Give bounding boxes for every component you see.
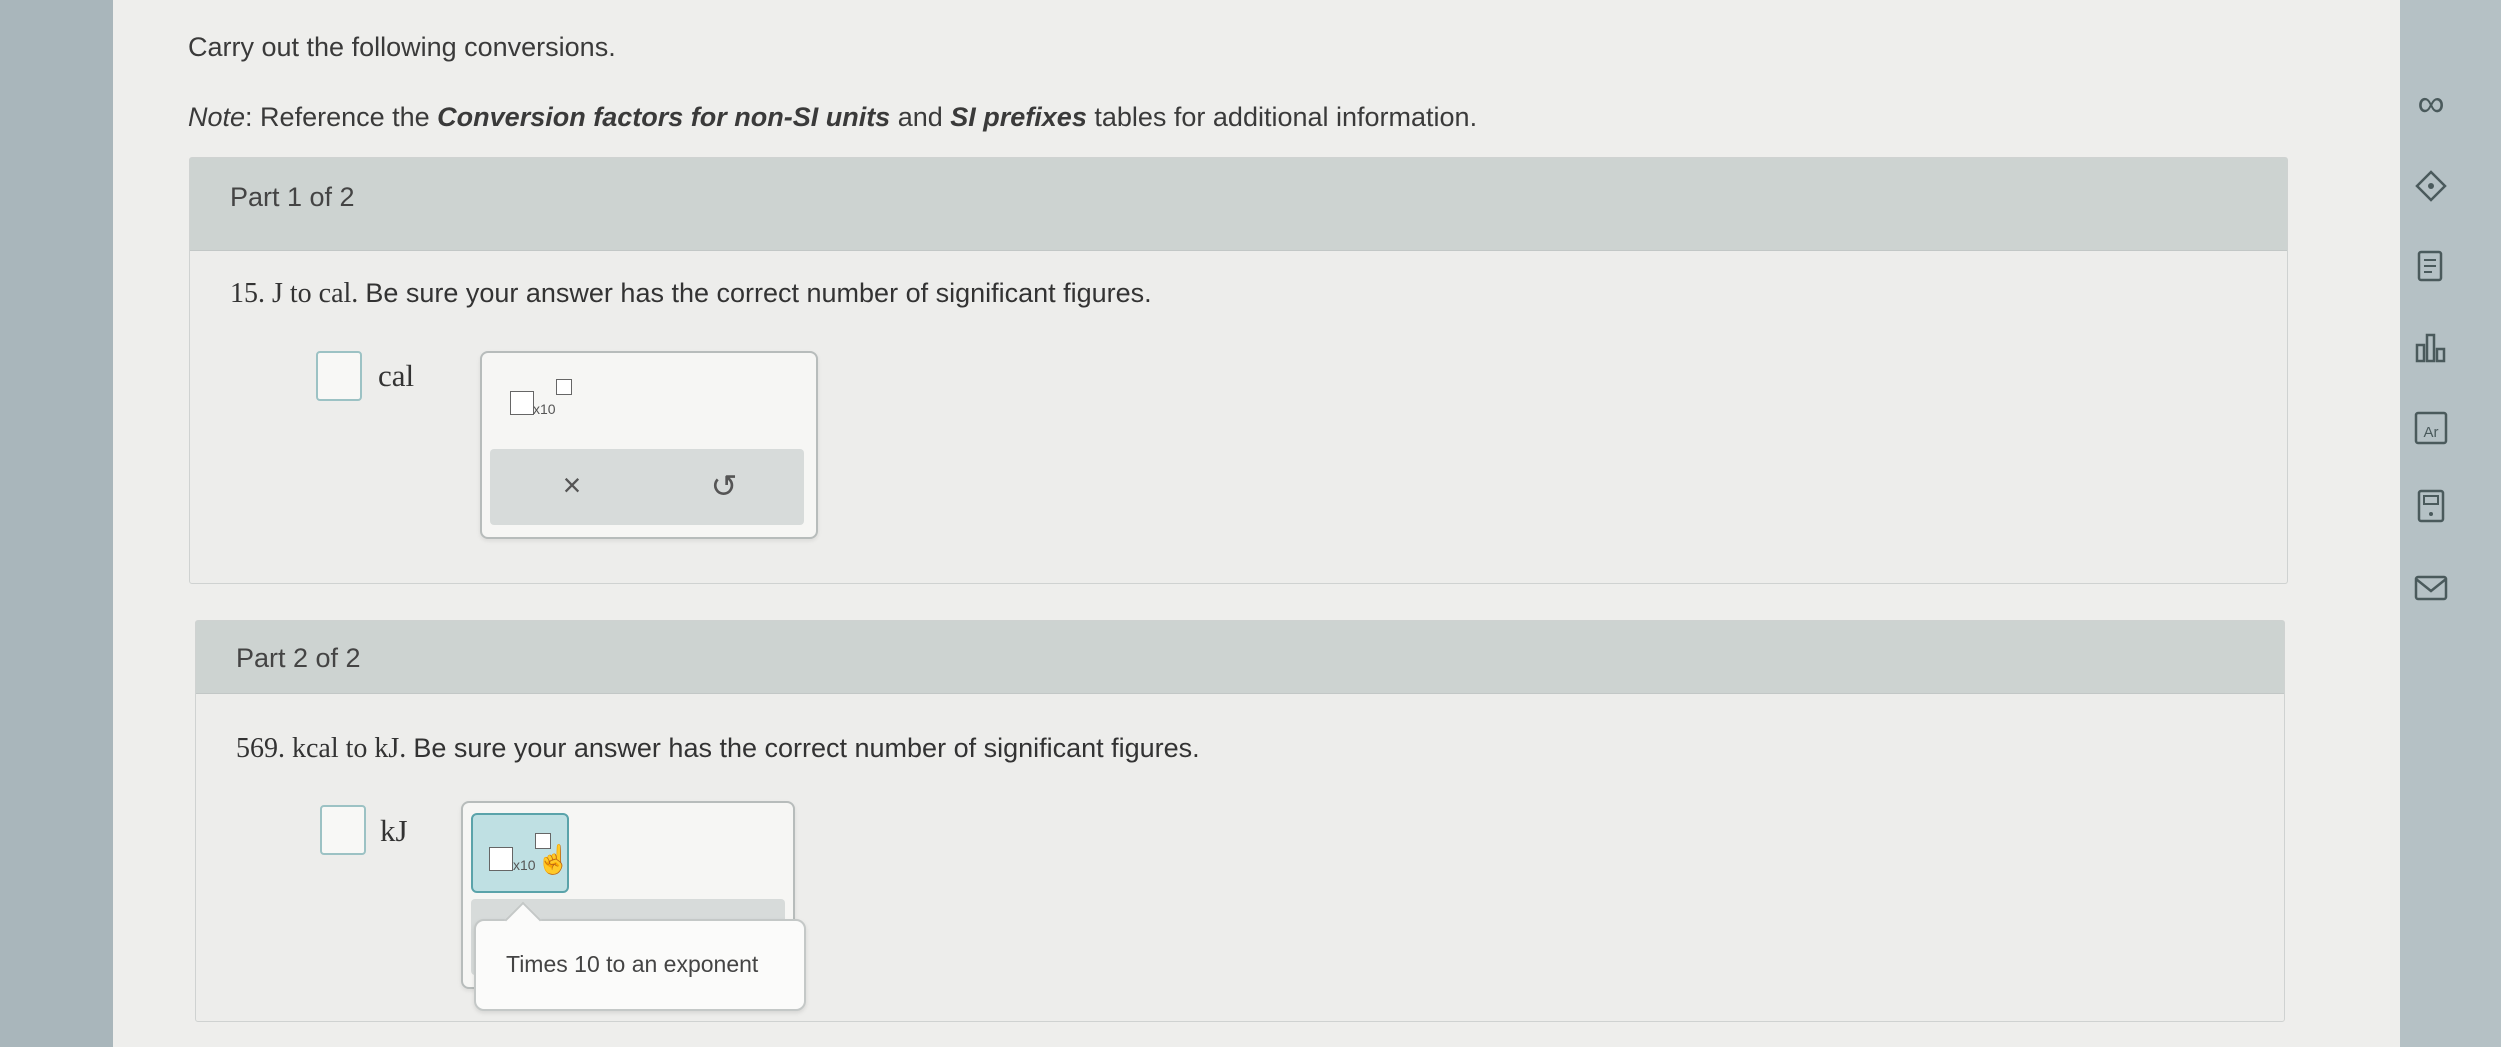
hand-cursor-icon: ☝ [536, 844, 571, 875]
part-1-title: Part 1 of 2 [230, 182, 355, 212]
note-text-3: tables for additional information. [1086, 102, 1478, 132]
exponent-box-icon [556, 379, 572, 395]
calculator-icon[interactable] [2403, 484, 2459, 528]
tag-icon[interactable] [2403, 164, 2459, 208]
question-number: 569. [236, 733, 285, 764]
question-instruction: Be sure your answer has the correct numb… [365, 278, 1152, 308]
times-10-exponent-button[interactable]: x10 [500, 369, 572, 421]
part-1-header: Part 1 of 2 [190, 158, 2287, 251]
unit-label-cal: cal [378, 358, 415, 393]
part-2-question: 569. kcal to kJ. Be sure your answer has… [236, 733, 1200, 765]
answer-input-kj[interactable] [320, 805, 366, 855]
note-text-2: and [890, 102, 951, 132]
conversion-factors-link[interactable]: Conversion factors for non-SI units [437, 102, 890, 132]
part-1-question: 15. J to cal. Be sure your answer has th… [230, 278, 1152, 310]
question-instruction: Be sure your answer has the correct numb… [413, 733, 1200, 763]
note-text: Note: Reference the Conversion factors f… [188, 102, 1477, 133]
assignment-page: Carry out the following conversions. Not… [113, 0, 2448, 1047]
part-2-title: Part 2 of 2 [236, 643, 361, 673]
svg-text:Ar: Ar [2424, 424, 2439, 441]
instructions-text: Carry out the following conversions. [188, 32, 616, 62]
bar-chart-icon[interactable] [2403, 326, 2459, 370]
undo-button[interactable]: ↺ [694, 467, 754, 505]
periodic-table-icon[interactable]: Ar [2403, 406, 2459, 450]
action-bar: × ↺ [490, 449, 804, 525]
base-box-icon [489, 847, 513, 871]
tooltip-text: Times 10 to an exponent [506, 951, 759, 977]
part-1-panel: Part 1 of 2 15. J to cal. Be sure your a… [189, 157, 2288, 584]
mail-icon[interactable] [2403, 566, 2459, 610]
answer-input-cal[interactable] [316, 351, 362, 401]
math-toolbar-1: x10 × ↺ [480, 351, 818, 539]
question-units: kcal to kJ. [292, 733, 407, 764]
note-label: Note [188, 102, 246, 132]
base-box-icon [510, 391, 534, 415]
si-prefixes-link[interactable]: SI prefixes [950, 102, 1087, 132]
unit-label-kj: kJ [380, 813, 408, 848]
x10-label: x10 [533, 401, 556, 417]
infinity-icon[interactable]: ∞ [2403, 82, 2459, 126]
x10-label: x10 [513, 857, 536, 873]
question-units: J to cal. [272, 278, 359, 309]
question-number: 15. [230, 278, 265, 309]
part-2-panel: Part 2 of 2 569. kcal to kJ. Be sure you… [195, 620, 2285, 1022]
tooltip: Times 10 to an exponent [474, 901, 806, 1011]
checklist-icon[interactable] [2403, 244, 2459, 288]
note-text-1: : Reference the [245, 102, 438, 132]
part-2-header: Part 2 of 2 [196, 621, 2284, 694]
clear-button[interactable]: × [542, 467, 602, 504]
